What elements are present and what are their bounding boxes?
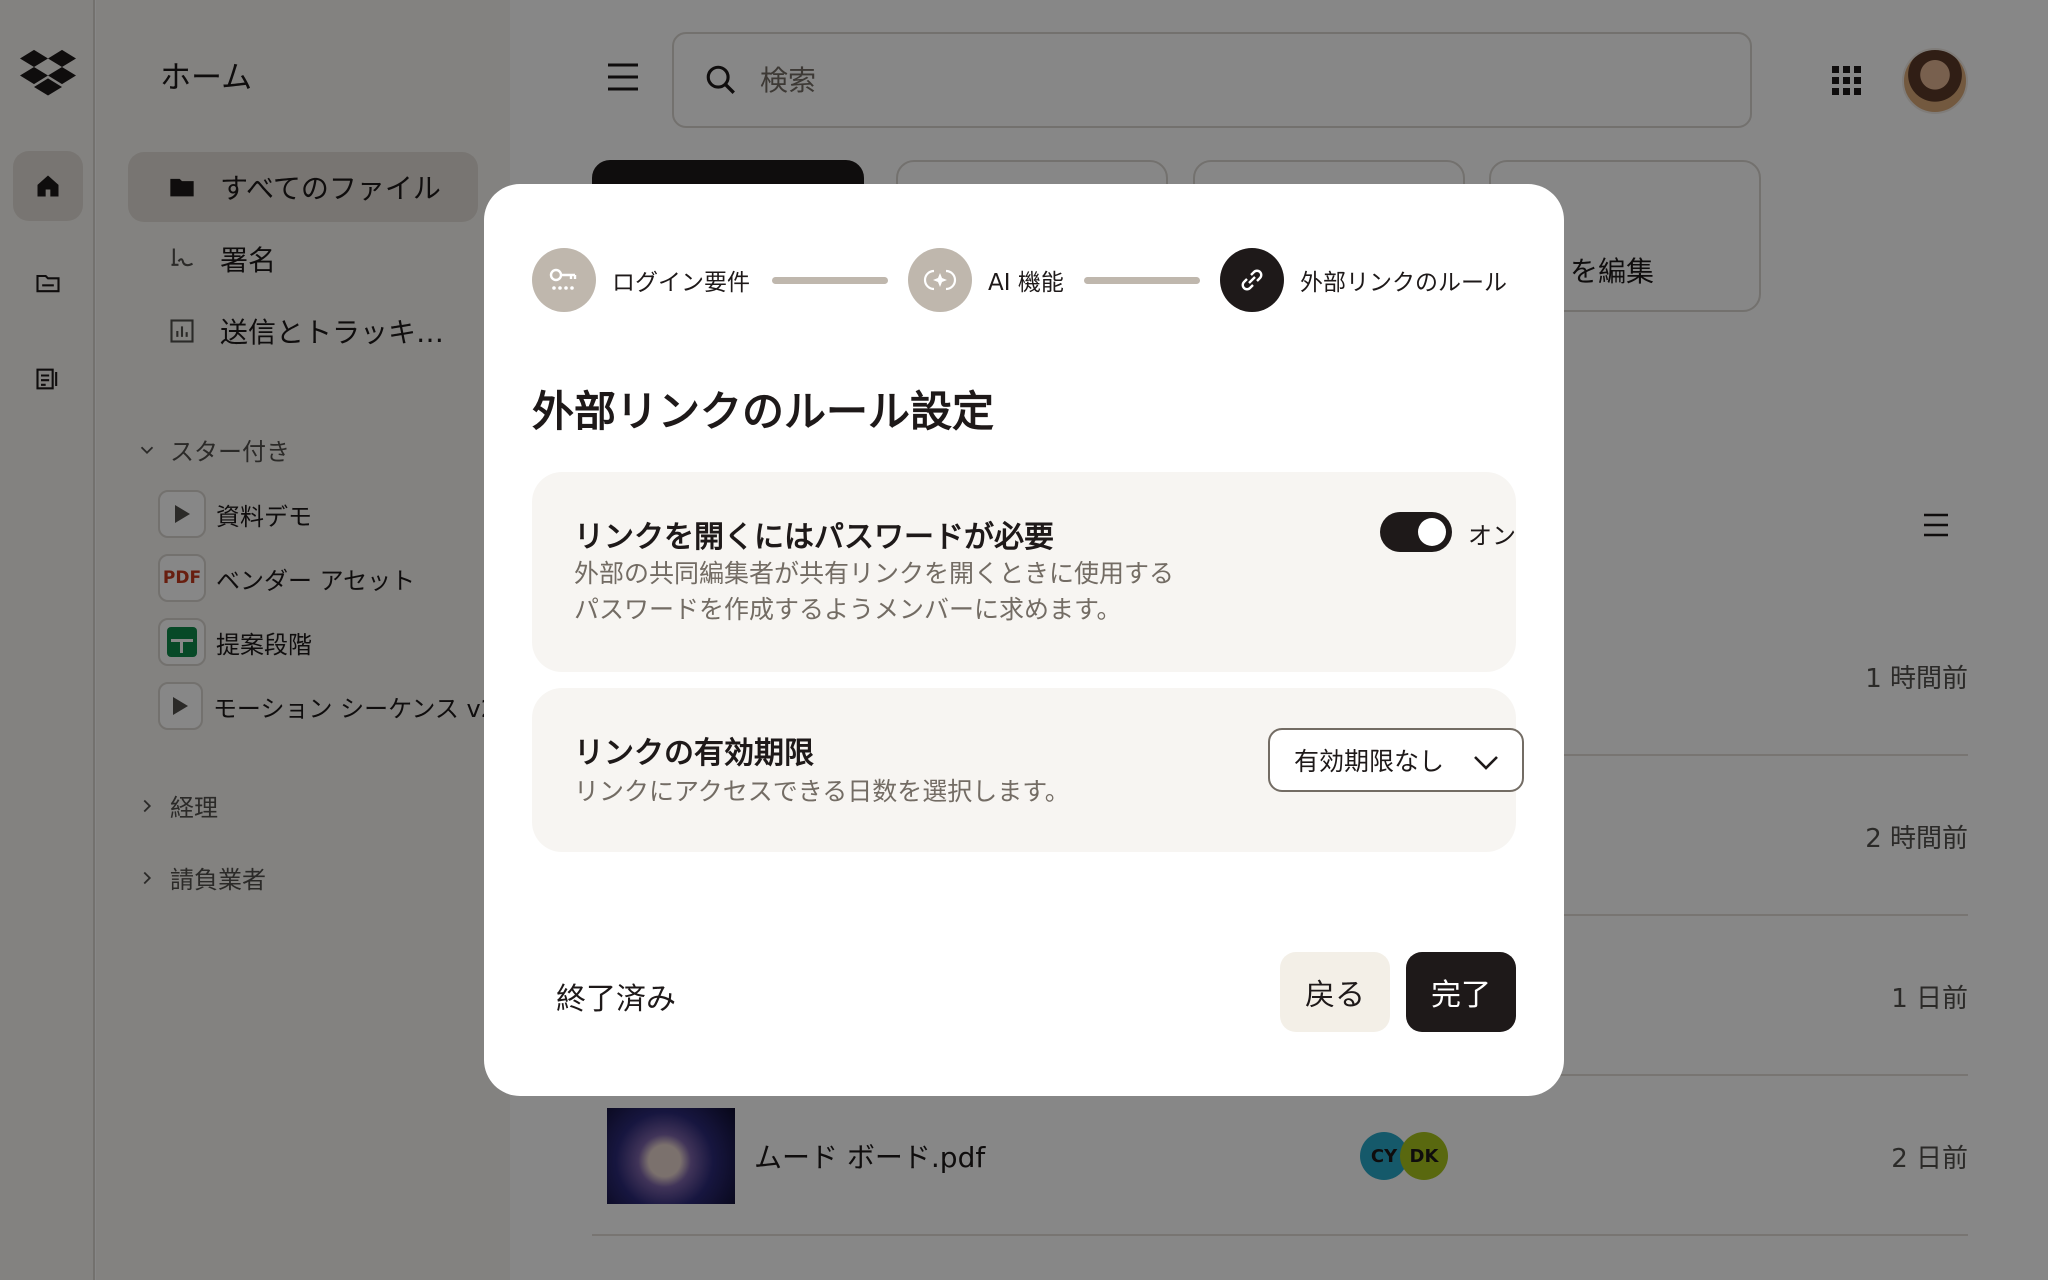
step-login-requirements[interactable]: ログイン要件: [532, 248, 750, 312]
toggle-state-label: オン: [1468, 522, 1516, 550]
step-connector: [1084, 277, 1200, 284]
link-expiry-card: リンクの有効期限 リンクにアクセスできる日数を選択します。 有効期限なし: [532, 688, 1524, 852]
expiry-select[interactable]: 有効期限なし: [1268, 728, 1524, 792]
finished-link[interactable]: 終了済み: [556, 974, 676, 1018]
step-circle-current: [1220, 248, 1284, 312]
card-description: リンクにアクセスできる日数を選択します。: [574, 777, 1070, 806]
card-title: リンクの有効期限: [574, 736, 814, 771]
step-label: AI 機能: [988, 270, 1064, 296]
done-button[interactable]: 完了: [1406, 952, 1516, 1032]
chevron-down-icon: [1474, 756, 1498, 770]
card-description: 外部の共同編集者が共有リンクを開くときに使用する パスワードを作成するようメンバ…: [574, 556, 1274, 628]
password-toggle[interactable]: [1380, 512, 1452, 552]
key-icon: [549, 268, 577, 290]
password-required-card: リンクを開くにはパスワードが必要 外部の共同編集者が共有リンクを開くときに使用す…: [532, 472, 1516, 672]
selected-option: 有効期限なし: [1294, 747, 1445, 776]
link-icon: [1241, 269, 1263, 291]
card-title: リンクを開くにはパスワードが必要: [574, 520, 1054, 555]
card-description-line: パスワードを作成するようメンバーに求めます。: [574, 595, 1122, 624]
back-button[interactable]: 戻る: [1280, 952, 1390, 1032]
step-circle: [908, 248, 972, 312]
step-external-link-rules[interactable]: 外部リンクのルール: [1220, 248, 1507, 312]
ai-sparkle-icon: [923, 269, 957, 291]
step-label: 外部リンクのルール: [1300, 270, 1507, 296]
card-description-line: 外部の共同編集者が共有リンクを開くときに使用する: [574, 559, 1175, 588]
modal-title: 外部リンクのルール設定: [532, 387, 995, 436]
step-label: ログイン要件: [612, 270, 750, 296]
step-connector: [772, 277, 888, 284]
step-circle: [532, 248, 596, 312]
step-ai-features[interactable]: AI 機能: [908, 248, 1064, 312]
external-link-rules-modal: ログイン要件 AI 機能 外部リンクのルール 外部リンクのルール設定 リンクを開…: [484, 184, 1564, 1096]
